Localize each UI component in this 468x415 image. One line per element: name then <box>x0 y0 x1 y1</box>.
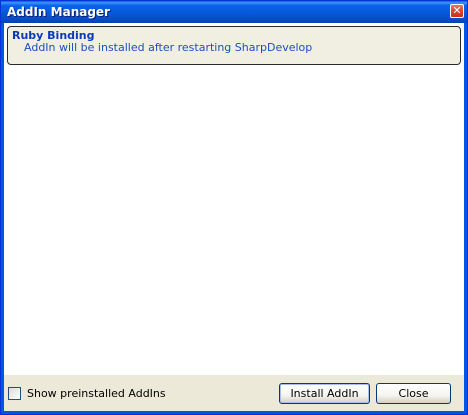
show-preinstalled-checkbox[interactable] <box>8 386 21 400</box>
close-button[interactable]: Close <box>376 383 451 404</box>
window-close-button[interactable]: ✕ <box>450 4 464 18</box>
dialog-client-area: Ruby Binding AddIn will be installed aft… <box>4 23 464 411</box>
addin-status-text: AddIn will be installed after restarting… <box>24 41 313 54</box>
addin-manager-window: AddIn Manager ✕ Ruby Binding AddIn will … <box>0 0 468 415</box>
addin-list-item[interactable]: Ruby Binding AddIn will be installed aft… <box>7 26 461 65</box>
show-preinstalled-option[interactable]: Show preinstalled AddIns <box>8 385 166 401</box>
install-addin-button[interactable]: Install AddIn <box>279 383 370 404</box>
title-bar[interactable]: AddIn Manager ✕ <box>1 1 467 23</box>
close-icon: ✕ <box>452 4 462 17</box>
window-title: AddIn Manager <box>7 5 110 19</box>
show-preinstalled-label[interactable]: Show preinstalled AddIns <box>27 387 166 400</box>
addin-list[interactable]: Ruby Binding AddIn will be installed aft… <box>4 23 464 375</box>
